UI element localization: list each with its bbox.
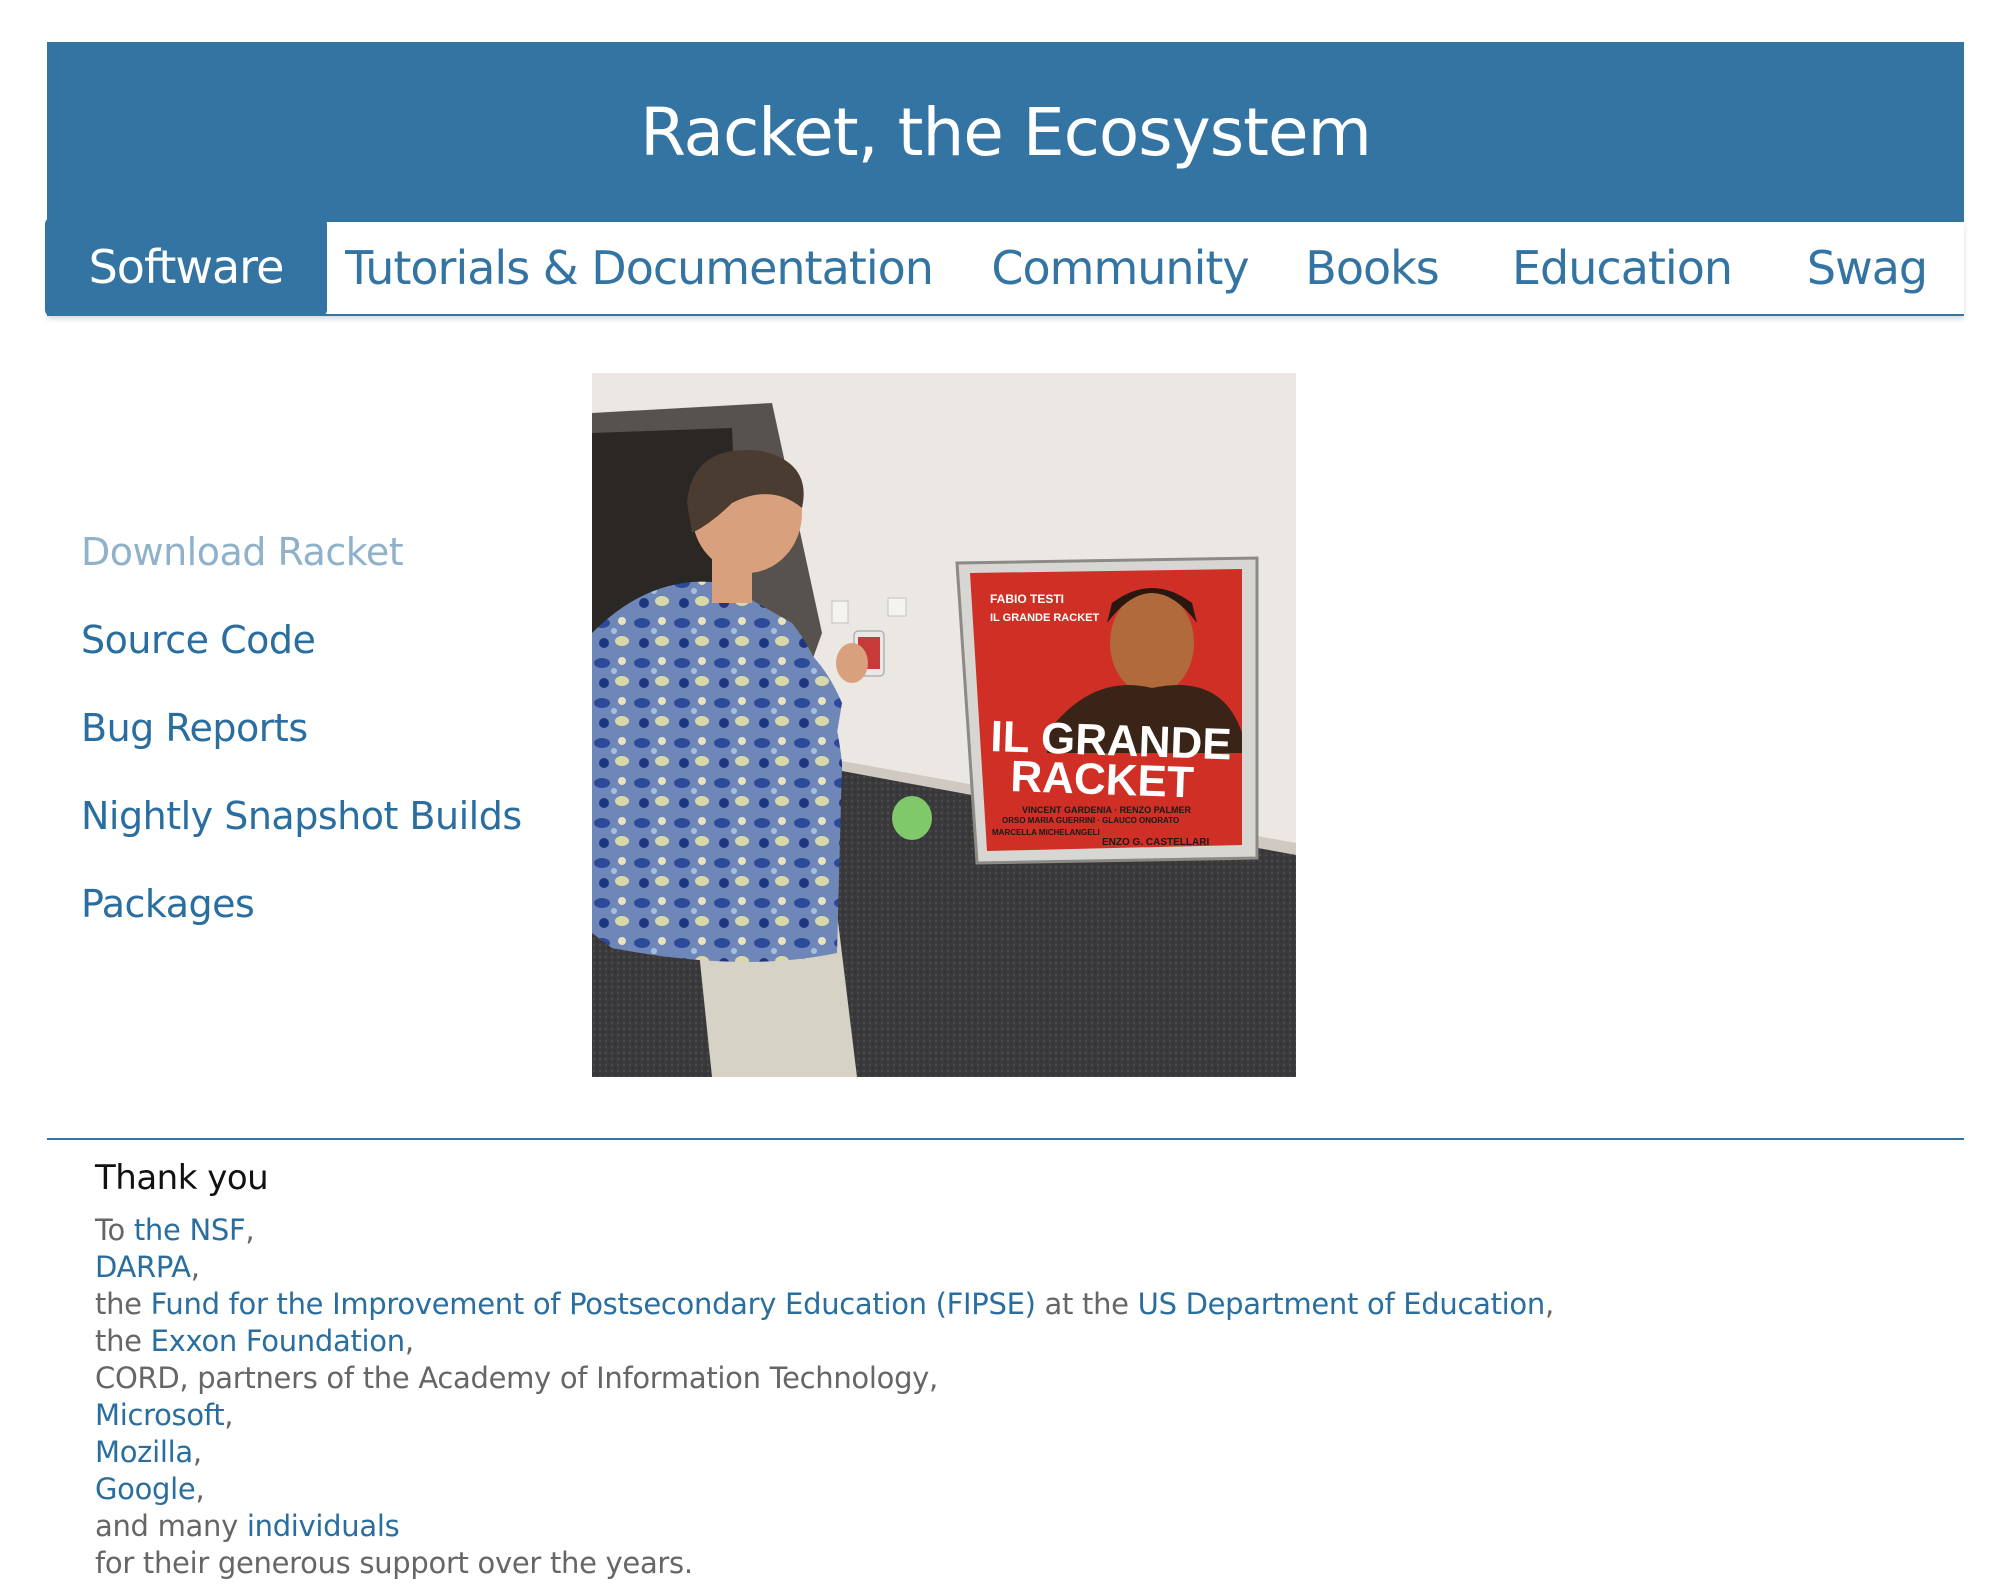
text-cord: CORD, partners of the Academy of Informa… bbox=[95, 1361, 938, 1395]
thank-you-body: To the NSF, DARPA, the Fund for the Impr… bbox=[95, 1212, 1595, 1582]
nav-tab-tutorials-documentation[interactable]: Tutorials & Documentation bbox=[345, 222, 934, 314]
header-banner: Racket, the Ecosystem bbox=[47, 42, 1964, 222]
text-the: the bbox=[95, 1287, 151, 1321]
poster-text-subtitle: IL GRANDE RACKET bbox=[990, 612, 1099, 624]
page: Racket, the Ecosystem Software Tutorials… bbox=[0, 0, 2012, 1592]
footer-divider bbox=[47, 1138, 1964, 1140]
comma: , bbox=[224, 1398, 234, 1432]
link-individuals[interactable]: individuals bbox=[247, 1509, 400, 1543]
thank-you-heading: Thank you bbox=[95, 1158, 269, 1198]
sidebar-link-source-code[interactable]: Source Code bbox=[81, 618, 316, 662]
link-mozilla[interactable]: Mozilla bbox=[95, 1435, 193, 1469]
poster-credits-2: ORSO MARIA GUERRINI · GLAUCO ONORATO bbox=[1002, 816, 1179, 825]
link-nsf[interactable]: the NSF bbox=[134, 1213, 246, 1247]
nav-tab-books[interactable]: Books bbox=[1287, 222, 1457, 314]
link-us-department-of-education[interactable]: US Department of Education bbox=[1138, 1287, 1546, 1321]
sidebar-link-download-racket[interactable]: Download Racket bbox=[81, 530, 404, 574]
sidebar-link-bug-reports[interactable]: Bug Reports bbox=[81, 706, 308, 750]
sidebar-link-nightly-snapshot-builds[interactable]: Nightly Snapshot Builds bbox=[81, 794, 522, 838]
comma: , bbox=[190, 1250, 200, 1284]
nav-tab-education[interactable]: Education bbox=[1497, 222, 1747, 314]
sidebar-link-packages[interactable]: Packages bbox=[81, 882, 255, 926]
text-and-many: and many bbox=[95, 1509, 247, 1543]
link-google[interactable]: Google bbox=[95, 1472, 196, 1506]
link-exxon-foundation[interactable]: Exxon Foundation bbox=[151, 1324, 405, 1358]
link-microsoft[interactable]: Microsoft bbox=[95, 1398, 225, 1432]
text-to: To bbox=[95, 1213, 134, 1247]
page-title: Racket, the Ecosystem bbox=[640, 93, 1372, 171]
poster-title-line2: RACKET bbox=[1010, 752, 1195, 807]
comma: , bbox=[195, 1472, 205, 1506]
comma: , bbox=[1544, 1287, 1554, 1321]
poster-text-actor: FABIO TESTI bbox=[990, 592, 1064, 606]
link-fipse[interactable]: Fund for the Improvement of Postsecondar… bbox=[151, 1287, 1036, 1321]
comma: , bbox=[404, 1324, 414, 1358]
top-nav: Software Tutorials & Documentation Commu… bbox=[47, 220, 1964, 316]
racket-poster-photo: FABIO TESTI IL GRANDE RACKET IL GRANDE R… bbox=[592, 373, 1296, 1077]
comma: , bbox=[192, 1435, 202, 1469]
poster-credits-3: MARCELLA MICHELANGELI bbox=[992, 828, 1100, 837]
link-darpa[interactable]: DARPA bbox=[95, 1250, 191, 1284]
poster-credits-1: VINCENT GARDENIA · RENZO PALMER bbox=[1022, 805, 1192, 815]
nav-tab-community[interactable]: Community bbox=[975, 222, 1265, 314]
text-closing: for their generous support over the year… bbox=[95, 1546, 693, 1580]
text-at-the: at the bbox=[1035, 1287, 1138, 1321]
poster-director: ENZO G. CASTELLARI bbox=[1102, 837, 1209, 848]
nav-tab-swag[interactable]: Swag bbox=[1787, 222, 1947, 314]
comma: , bbox=[245, 1213, 255, 1247]
nav-tab-software[interactable]: Software bbox=[47, 220, 325, 314]
text-the: the bbox=[95, 1324, 151, 1358]
